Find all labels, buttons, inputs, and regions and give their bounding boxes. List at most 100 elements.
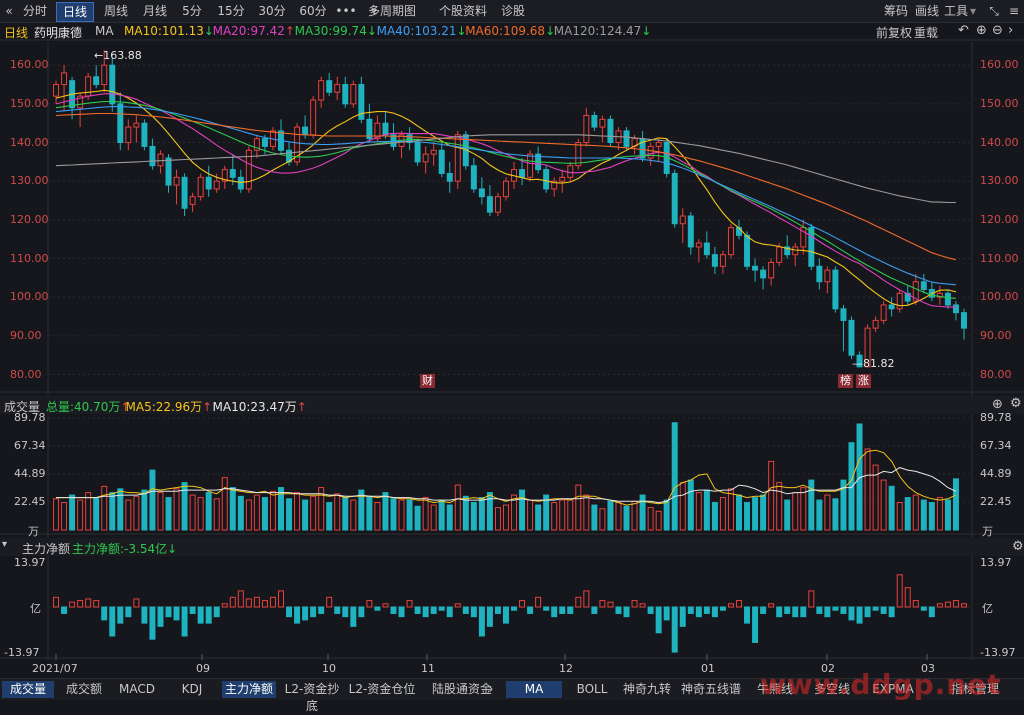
flow-tick-right-1: 亿 — [982, 602, 993, 615]
volume-bar — [446, 504, 453, 531]
flow-bar — [125, 606, 132, 618]
volume-bar — [703, 489, 710, 531]
low-annotation: —81.82 — [852, 357, 895, 370]
volume-bar — [880, 479, 887, 531]
volume-bar — [165, 497, 172, 531]
indicator-tab-3[interactable]: KDJ — [166, 681, 218, 698]
indicator-tab-10[interactable]: 神奇九转 — [620, 681, 674, 698]
flow-bar — [719, 606, 726, 611]
volume-bar — [575, 484, 582, 531]
vol-arrow: ↑ — [296, 400, 307, 414]
volume-bar — [141, 489, 148, 531]
collapse-icon[interactable]: ▾ — [2, 539, 7, 550]
indicator-tab-4[interactable]: 主力净额 — [222, 681, 276, 698]
flow-bar — [864, 606, 871, 618]
flow-bar — [229, 596, 236, 608]
volume-bar — [390, 498, 397, 531]
flow-bar — [245, 598, 252, 608]
candle — [237, 176, 244, 190]
candle — [527, 153, 534, 178]
candle — [486, 196, 493, 213]
volume-bar — [430, 504, 437, 531]
volume-settings-icon[interactable]: ⚙ — [1010, 396, 1022, 411]
candle — [61, 72, 68, 86]
flow-bar — [551, 606, 558, 618]
flow-bar — [438, 606, 445, 611]
flow-bar — [663, 606, 670, 621]
indicator-tab-6[interactable]: L2-资金仓位 — [346, 681, 418, 698]
indicator-tab-0[interactable]: 成交量 — [2, 681, 54, 698]
flow-bar — [736, 600, 742, 608]
candle — [229, 169, 236, 178]
limit-up-marker[interactable]: 涨 — [856, 374, 871, 388]
flow-bar — [912, 600, 919, 608]
indicator-tab-9[interactable]: BOLL — [566, 681, 618, 698]
candle — [430, 149, 437, 155]
volume-bar — [494, 507, 501, 531]
flow-bar — [53, 596, 60, 608]
volume-bar — [679, 482, 686, 531]
volume-value-0: 总量:40.70万↑ — [46, 398, 130, 415]
candle — [157, 153, 164, 167]
flow-bar — [237, 590, 244, 608]
indicator-tab-5[interactable]: L2-资金抄底 — [280, 681, 344, 713]
candle — [591, 114, 598, 128]
price-tick-left-2: 140.00 — [10, 135, 49, 149]
volume-bar — [591, 504, 598, 531]
flow-bar — [77, 600, 84, 608]
volume-bar — [205, 492, 212, 531]
flow-bar — [454, 603, 461, 608]
indicator-tab-8[interactable]: MA — [506, 681, 562, 698]
flow-bar — [93, 600, 100, 608]
flow-tick-right-0: 13.97 — [980, 556, 1012, 569]
stock-chart[interactable] — [0, 0, 1024, 699]
candle — [101, 64, 108, 86]
vol-arrow: ↑ — [202, 400, 213, 414]
flow-bar — [711, 606, 718, 618]
volume-bar — [253, 494, 260, 531]
volume-bar — [133, 495, 140, 531]
flow-tick-right-2: -13.97 — [980, 646, 1016, 659]
volume-bar — [896, 502, 903, 531]
candle — [205, 176, 212, 190]
candle — [189, 196, 196, 205]
candle — [952, 304, 959, 314]
indicator-tab-2[interactable]: MACD — [112, 681, 162, 698]
flow-bar — [695, 606, 702, 618]
flow-bar — [422, 606, 429, 618]
candle — [575, 142, 582, 167]
watermark: www.ddgp.net — [760, 668, 1002, 701]
price-tick-right-4: 120.00 — [980, 212, 1019, 226]
candle — [808, 227, 815, 267]
volume-bar — [109, 492, 116, 531]
flow-bar — [109, 606, 116, 637]
volume-bar — [800, 487, 807, 531]
candle — [470, 165, 477, 190]
flow-bar — [511, 606, 518, 611]
indicator-tab-1[interactable]: 成交额 — [58, 681, 110, 698]
volume-bar — [623, 505, 630, 531]
ranking-marker[interactable]: 榜 — [838, 374, 853, 388]
candle — [141, 122, 148, 147]
volume-bar — [695, 492, 702, 531]
volume-bar — [631, 500, 638, 531]
candle — [125, 126, 132, 144]
candle — [920, 281, 927, 290]
candle — [647, 145, 654, 159]
earnings-marker[interactable]: 财 — [420, 374, 435, 388]
volume-bar — [221, 477, 228, 531]
price-tick-left-7: 90.00 — [10, 328, 42, 342]
candle — [109, 64, 116, 105]
candle — [438, 149, 445, 174]
candle — [93, 76, 100, 86]
flow-bar — [856, 606, 863, 624]
bottom-next-icon[interactable]: › — [484, 681, 498, 698]
volume-bar — [519, 489, 526, 531]
flow-bar — [181, 606, 188, 637]
volume-bar — [792, 492, 799, 531]
indicator-tab-11[interactable]: 神奇五线谱 — [676, 681, 746, 698]
flow-settings-icon[interactable]: ⚙ — [1012, 539, 1024, 554]
flow-bar — [920, 606, 927, 611]
volume-bar — [583, 494, 590, 531]
volume-zoom-icon[interactable]: ⊕ — [992, 397, 1003, 412]
